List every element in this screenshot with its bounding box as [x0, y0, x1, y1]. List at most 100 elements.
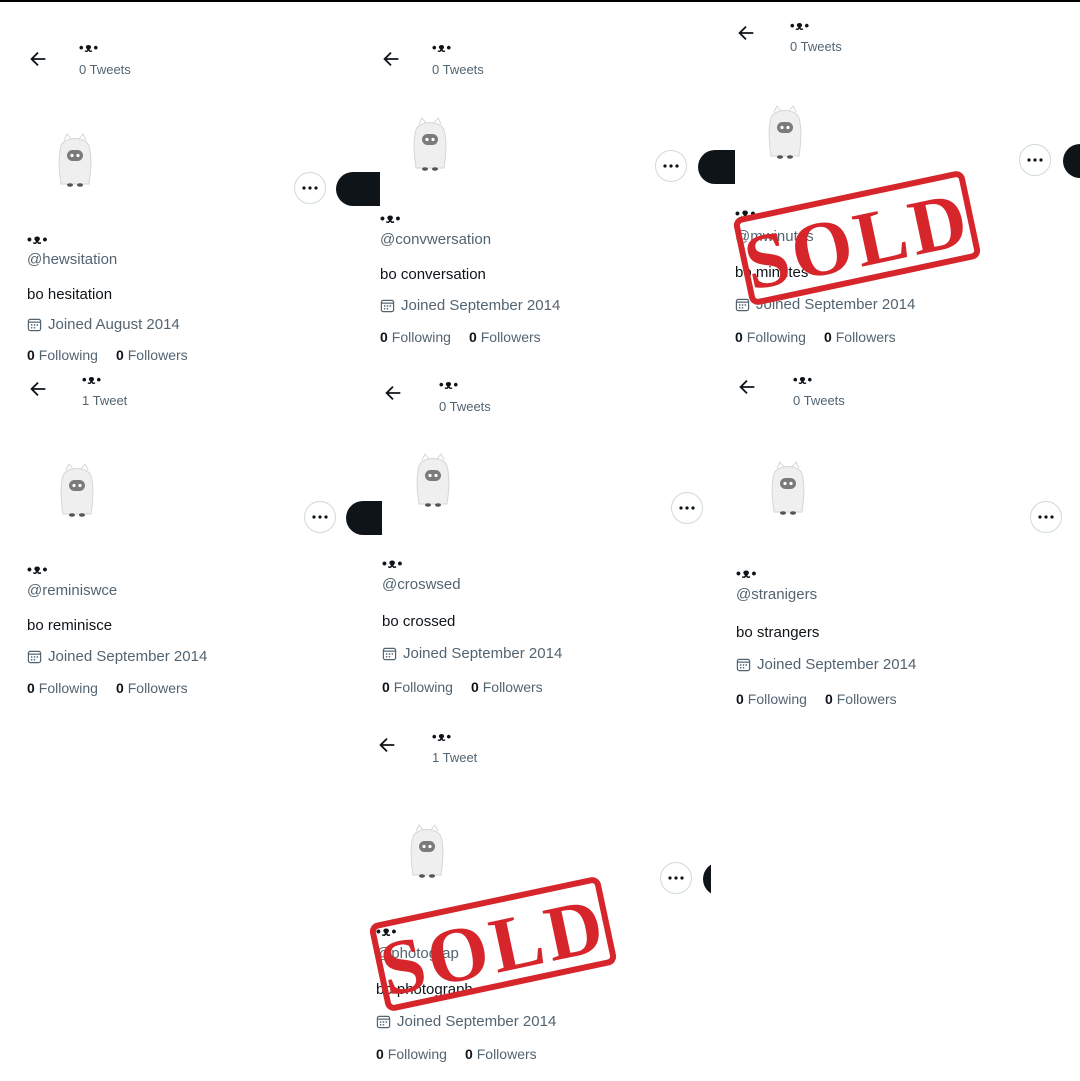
following-link[interactable]: 0 Following	[735, 329, 806, 345]
more-button[interactable]	[1030, 501, 1062, 533]
followers-link[interactable]: 0 Followers	[116, 347, 188, 363]
follow-stats: 0 Following 0 Followers	[380, 329, 541, 345]
more-dots-icon	[668, 876, 684, 880]
ghost-avatar-icon[interactable]	[55, 462, 99, 518]
more-button[interactable]	[671, 492, 703, 524]
follow-button[interactable]	[703, 862, 711, 896]
arrow-left-icon[interactable]	[735, 22, 757, 44]
ghost-avatar-icon[interactable]	[405, 823, 449, 879]
joined-text: Joined August 2014	[48, 316, 180, 333]
following-link[interactable]: 0 Following	[736, 691, 807, 707]
arrow-left-icon[interactable]	[736, 376, 758, 398]
followers-link[interactable]: 0 Followers	[471, 679, 543, 695]
follow-stats: 0 Following 0 Followers	[27, 347, 188, 363]
joined-text: Joined September 2014	[757, 656, 917, 673]
joined-text: Joined September 2014	[401, 297, 561, 314]
follow-button[interactable]	[336, 172, 382, 206]
ghost-avatar-icon[interactable]	[53, 132, 97, 188]
followers-link[interactable]: 0 Followers	[469, 329, 541, 345]
more-dots-icon	[1027, 158, 1043, 162]
header-name: •ᴥ•	[432, 40, 453, 55]
joined-date: Joined September 2014	[27, 648, 207, 665]
profile-card-strangers: •ᴥ• 0 Tweets •ᴥ• @stranigers bo stranger…	[736, 370, 1080, 732]
header-name: •ᴥ•	[432, 729, 453, 744]
more-dots-icon	[679, 506, 695, 510]
profile-handle: @reminiswce	[27, 582, 118, 599]
tweet-count: 1 Tweet	[82, 393, 128, 408]
tweet-count: 0 Tweets	[790, 39, 842, 54]
arrow-left-icon[interactable]	[27, 48, 49, 70]
arrow-left-icon[interactable]	[380, 48, 402, 70]
follow-button[interactable]	[1063, 144, 1080, 178]
profile-bio: bo hesitation	[27, 286, 113, 303]
following-link[interactable]: 0 Following	[376, 1046, 447, 1062]
follow-button[interactable]	[698, 150, 735, 184]
profile-card-reminisce: •ᴥ• 1 Tweet •ᴥ• @reminiswce bo reminisce…	[27, 370, 382, 732]
tweet-count: 0 Tweets	[432, 62, 484, 77]
followers-link[interactable]: 0 Followers	[824, 329, 896, 345]
profile-bio: bo conversation	[380, 266, 486, 283]
header-name: •ᴥ•	[793, 372, 814, 387]
arrow-left-icon[interactable]	[376, 734, 398, 756]
header-name: •ᴥ•	[790, 18, 811, 33]
calendar-icon	[382, 647, 397, 661]
arrow-left-icon[interactable]	[27, 378, 49, 400]
joined-text: Joined September 2014	[397, 1013, 557, 1030]
followers-link[interactable]: 0 Followers	[825, 691, 897, 707]
more-dots-icon	[663, 164, 679, 168]
follow-stats: 0 Following 0 Followers	[735, 329, 896, 345]
calendar-icon	[736, 658, 751, 672]
joined-date: Joined September 2014	[380, 297, 560, 314]
tweet-count: 0 Tweets	[793, 393, 845, 408]
header-name: •ᴥ•	[79, 40, 100, 55]
profile-handle: @hewsitation	[27, 251, 118, 268]
followers-link[interactable]: 0 Followers	[116, 680, 188, 696]
profile-bio: bo strangers	[736, 624, 820, 641]
top-border	[0, 0, 1080, 2]
followers-link[interactable]: 0 Followers	[465, 1046, 537, 1062]
follow-stats: 0 Following 0 Followers	[376, 1046, 537, 1062]
joined-date: Joined September 2014	[376, 1013, 556, 1030]
display-name: •ᴥ•	[382, 555, 404, 571]
profile-card-conversation: •ᴥ• 0 Tweets •ᴥ• @convwersation bo conve…	[380, 20, 735, 382]
tweet-count: 0 Tweets	[439, 399, 491, 414]
ghost-avatar-icon[interactable]	[411, 452, 455, 508]
profile-handle: @convwersation	[380, 231, 492, 248]
profile-handle: @stranigers	[736, 586, 818, 603]
more-dots-icon	[1038, 515, 1054, 519]
joined-date: Joined August 2014	[27, 316, 180, 333]
profile-bio: bo crossed	[382, 613, 456, 630]
more-button[interactable]	[655, 150, 687, 182]
joined-date: Joined September 2014	[382, 645, 562, 662]
more-dots-icon	[302, 186, 318, 190]
follow-stats: 0 Following 0 Followers	[382, 679, 543, 695]
joined-text: Joined September 2014	[48, 648, 208, 665]
calendar-icon	[380, 299, 395, 313]
joined-date: Joined September 2014	[736, 656, 916, 673]
more-button[interactable]	[294, 172, 326, 204]
ghost-avatar-icon[interactable]	[408, 116, 452, 172]
more-button[interactable]	[304, 501, 336, 533]
following-link[interactable]: 0 Following	[380, 329, 451, 345]
display-name: •ᴥ•	[736, 565, 758, 581]
ghost-avatar-icon[interactable]	[763, 104, 807, 160]
ghost-avatar-icon[interactable]	[766, 460, 810, 516]
profile-handle: @croswsed	[382, 576, 461, 593]
follow-stats: 0 Following 0 Followers	[27, 680, 188, 696]
calendar-icon	[27, 318, 42, 332]
profile-card-crossed: •ᴥ• 0 Tweets •ᴥ• @croswsed bo crossed Jo…	[382, 370, 737, 732]
more-dots-icon	[312, 515, 328, 519]
calendar-icon	[376, 1015, 391, 1029]
display-name: •ᴥ•	[27, 231, 49, 247]
more-button[interactable]	[1019, 144, 1051, 176]
arrow-left-icon[interactable]	[382, 382, 404, 404]
more-button[interactable]	[660, 862, 692, 894]
follow-button[interactable]	[346, 501, 382, 535]
following-link[interactable]: 0 Following	[27, 680, 98, 696]
following-link[interactable]: 0 Following	[382, 679, 453, 695]
display-name: •ᴥ•	[380, 210, 402, 226]
profile-card-hesitation: •ᴥ• 0 Tweets •ᴥ• @hewsitation bo hesitat…	[27, 20, 382, 382]
tweet-count: 1 Tweet	[432, 750, 478, 765]
follow-stats: 0 Following 0 Followers	[736, 691, 897, 707]
following-link[interactable]: 0 Following	[27, 347, 98, 363]
